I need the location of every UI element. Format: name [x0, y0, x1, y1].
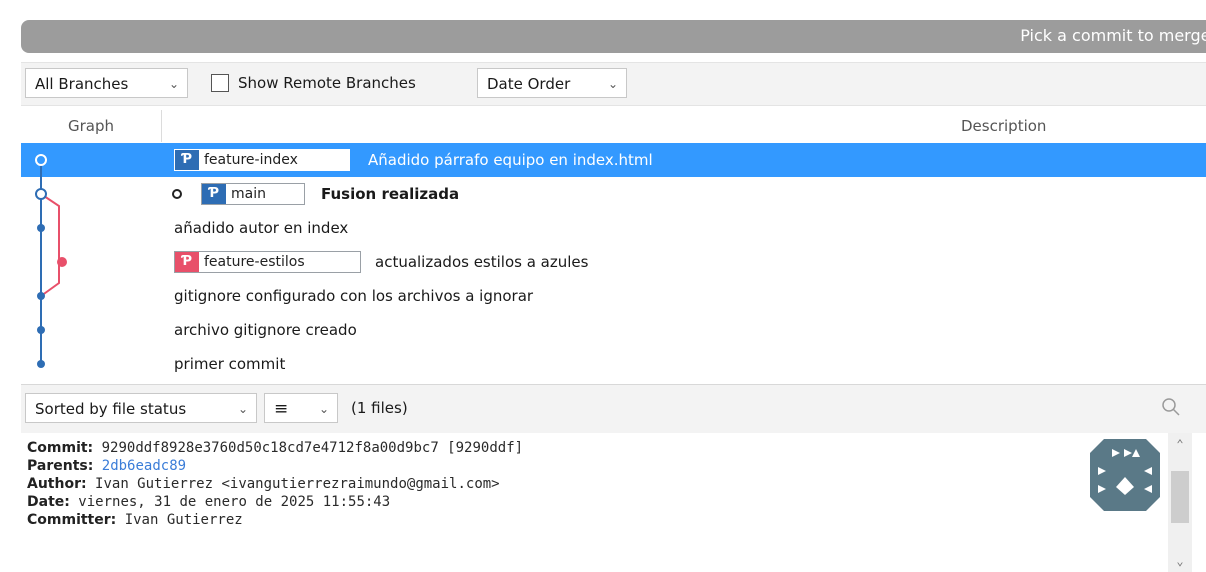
- author-line: Author: Ivan Gutierrez <ivangutierrezrai…: [27, 476, 500, 492]
- sort-dropdown[interactable]: Sorted by file status ⌄: [25, 393, 257, 423]
- commit-graph: [35, 154, 67, 368]
- graph-node: [35, 188, 47, 200]
- commit-row[interactable]: añadido autor en index: [21, 211, 1206, 245]
- commit-message: añadido autor en index: [174, 219, 349, 237]
- branch-filter-value: All Branches: [35, 75, 129, 93]
- view-mode-dropdown[interactable]: ≡ ⌄: [264, 393, 338, 423]
- sort-value: Sorted by file status: [35, 400, 187, 418]
- author-value: Ivan Gutierrez <ivangutierrezraimundo@gm…: [95, 476, 500, 492]
- parent-hash-link[interactable]: 2db6eadc89: [102, 458, 186, 474]
- scroll-thumb[interactable]: [1171, 471, 1189, 523]
- commit-hash: 9290ddf8928e3760d50c18cd7e4712f8a00d9bc7…: [101, 440, 524, 456]
- branch-label-main[interactable]: Ƥ main: [201, 183, 305, 205]
- merge-instruction-banner: Pick a commit to merge i: [21, 20, 1206, 53]
- branch-icon: Ƥ: [175, 150, 199, 170]
- search-icon[interactable]: [1160, 396, 1182, 418]
- chevron-down-icon: ⌄: [607, 77, 618, 91]
- avatar: [1090, 439, 1160, 511]
- commit-details-panel: Commit: 9290ddf8928e3760d50c18cd7e4712f8…: [21, 433, 1206, 572]
- commit-list: Ƥ feature-index Añadido párrafo equipo e…: [21, 143, 1206, 377]
- commit-hash-line: Commit: 9290ddf8928e3760d50c18cd7e4712f8…: [27, 440, 524, 456]
- graph-node: [37, 326, 45, 334]
- description-column-header[interactable]: Description: [961, 110, 1046, 142]
- branch-label-feature-estilos[interactable]: Ƥ feature-estilos: [174, 251, 361, 273]
- date-line: Date: viernes, 31 de enero de 2025 11:55…: [27, 494, 391, 510]
- graph-branch-edge: [40, 193, 60, 297]
- chevron-down-icon: ⌄: [318, 402, 329, 416]
- order-value: Date Order: [487, 75, 571, 93]
- show-remote-checkbox[interactable]: [211, 74, 229, 92]
- graph-node: [57, 257, 67, 267]
- details-scrollbar[interactable]: ⌃ ⌄: [1168, 433, 1192, 572]
- order-dropdown[interactable]: Date Order ⌄: [477, 68, 627, 98]
- graph-node: [35, 154, 47, 166]
- branch-label-feature-index[interactable]: Ƥ feature-index: [174, 149, 350, 171]
- chevron-down-icon: ⌄: [168, 77, 179, 91]
- branch-filter-dropdown[interactable]: All Branches ⌄: [25, 68, 188, 98]
- column-headers: Graph Description: [21, 110, 1206, 142]
- commit-message: actualizados estilos a azules: [375, 253, 589, 271]
- commit-message: primer commit: [174, 355, 286, 373]
- commit-row[interactable]: primer commit: [21, 347, 1206, 381]
- commit-row[interactable]: Ƥ main Fusion realizada: [21, 177, 1206, 211]
- commit-row[interactable]: Ƥ feature-estilos actualizados estilos a…: [21, 245, 1206, 279]
- file-list-toolbar: Sorted by file status ⌄ ≡ ⌄ (1 files): [21, 384, 1206, 434]
- branch-icon: Ƥ: [175, 252, 199, 272]
- graph-column-header[interactable]: Graph: [21, 110, 162, 142]
- commit-row[interactable]: gitignore configurado con los archivos a…: [21, 279, 1206, 313]
- graph-node: [37, 360, 45, 368]
- parents-line: Parents: 2db6eadc89: [27, 458, 187, 474]
- commit-row[interactable]: Ƥ feature-index Añadido párrafo equipo e…: [21, 143, 1206, 177]
- chevron-down-icon: ⌄: [237, 402, 248, 416]
- show-remote-label[interactable]: Show Remote Branches: [238, 74, 416, 92]
- commit-message: archivo gitignore creado: [174, 321, 357, 339]
- list-icon: ≡: [274, 399, 289, 419]
- file-count: (1 files): [351, 399, 408, 417]
- commit-message: gitignore configurado con los archivos a…: [174, 287, 534, 305]
- log-toolbar: All Branches ⌄ Show Remote Branches Date…: [21, 62, 1206, 106]
- graph-node: [37, 224, 45, 232]
- date-value: viernes, 31 de enero de 2025 11:55:43: [78, 494, 391, 510]
- scroll-down-icon[interactable]: ⌄: [1168, 554, 1192, 568]
- commit-row[interactable]: archivo gitignore creado: [21, 313, 1206, 347]
- branch-icon: Ƥ: [202, 184, 226, 204]
- commit-message: Añadido párrafo equipo en index.html: [368, 151, 653, 169]
- scroll-up-icon[interactable]: ⌃: [1168, 437, 1192, 451]
- commit-message: Fusion realizada: [321, 185, 460, 203]
- graph-node: [37, 292, 45, 300]
- banner-text: Pick a commit to merge i: [1020, 26, 1206, 45]
- head-indicator-icon: [172, 189, 182, 199]
- committer-line: Committer: Ivan Gutierrez: [27, 512, 243, 528]
- committer-value: Ivan Gutierrez: [124, 512, 243, 528]
